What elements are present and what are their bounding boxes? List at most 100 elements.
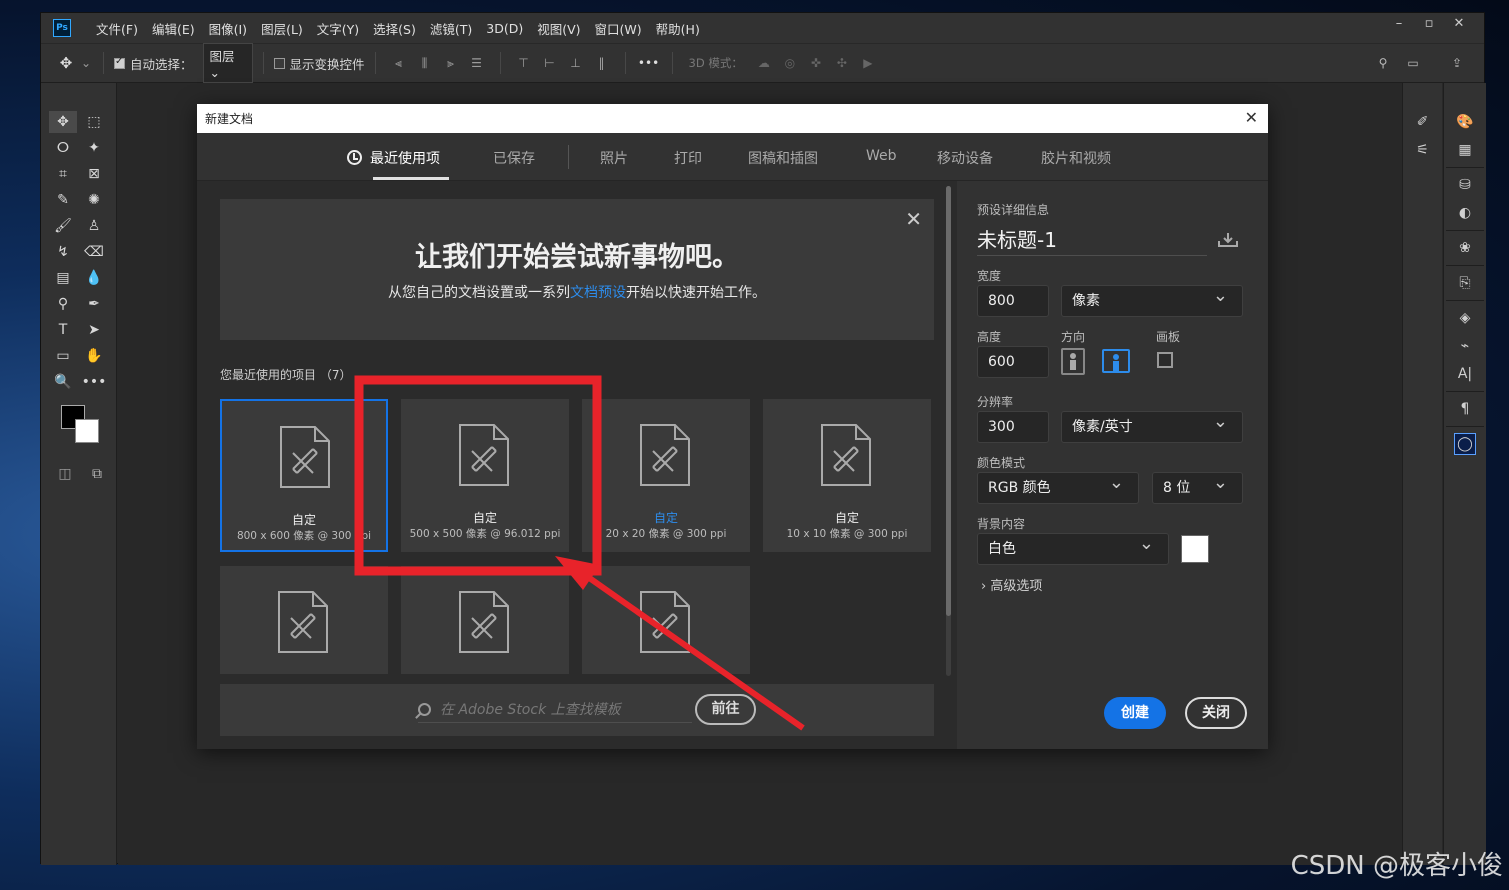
libraries-panel-icon[interactable]: ⛁	[1451, 174, 1479, 196]
tab-film-video[interactable]: 胶片和视频	[1041, 148, 1111, 168]
paths-panel-icon[interactable]: ⌁	[1451, 335, 1479, 357]
move-tool-icon[interactable]: ✥	[49, 111, 77, 133]
align-right-icon[interactable]: ⫸	[444, 56, 458, 70]
history-brush-icon[interactable]: ↯	[49, 241, 77, 263]
menu-type[interactable]: 文字(Y)	[310, 19, 366, 38]
background-contents-select[interactable]: 白色	[977, 529, 1169, 565]
healing-brush-icon[interactable]: ✺	[80, 189, 108, 211]
tab-mobile[interactable]: 移动设备	[937, 148, 993, 168]
scrollbar[interactable]	[946, 186, 951, 676]
styles-panel-icon[interactable]: ❀	[1451, 237, 1479, 259]
adjustments-icon[interactable]: ⚟	[1409, 139, 1437, 161]
shape-tool-icon[interactable]: ▭	[49, 345, 77, 367]
width-input[interactable]: 800	[977, 285, 1049, 317]
recent-item[interactable]: 自定 800 x 600 像素 @ 300 ppi	[220, 399, 388, 552]
minimize-icon[interactable]: –	[1384, 13, 1414, 33]
background-color-swatch[interactable]	[75, 419, 99, 443]
align-center-icon[interactable]: ⫼	[418, 56, 432, 70]
3d-camera-icon[interactable]: ▶	[861, 56, 875, 70]
menu-window[interactable]: 窗口(W)	[588, 19, 649, 38]
screen-mode-icon[interactable]: ⧉	[83, 463, 111, 485]
search-icon[interactable]: ⚲	[1376, 56, 1390, 70]
3d-pan-icon[interactable]: ✜	[809, 56, 823, 70]
landscape-orientation-button[interactable]	[1102, 349, 1130, 373]
blur-tool-icon[interactable]: 💧	[80, 267, 108, 289]
magic-wand-icon[interactable]: ✦	[80, 137, 108, 159]
create-button[interactable]: 创建	[1104, 697, 1166, 729]
brush-settings-icon[interactable]: ✐	[1409, 111, 1437, 133]
recent-item[interactable]: 自定 10 x 10 像素 @ 300 ppi	[763, 399, 931, 552]
stock-search-input[interactable]: 在 Adobe Stock 上查找模板	[418, 699, 692, 723]
dodge-tool-icon[interactable]: ⚲	[49, 293, 77, 315]
gradient-tool-icon[interactable]: ▤	[49, 267, 77, 289]
distribute-icon[interactable]: ☰	[470, 56, 484, 70]
more-tools-icon[interactable]: •••	[80, 371, 108, 393]
type-tool-icon[interactable]: T	[49, 319, 77, 341]
chevron-down-icon[interactable]: ⌄	[79, 56, 93, 70]
frame-tool-icon[interactable]: ⊠	[80, 163, 108, 185]
more-options-icon[interactable]: •••	[638, 56, 659, 70]
recent-item[interactable]	[220, 566, 388, 674]
align-top-icon[interactable]: ⊤	[517, 56, 531, 70]
tab-web[interactable]: Web	[866, 148, 897, 164]
recent-item[interactable]: 自定 500 x 500 像素 @ 96.012 ppi	[401, 399, 569, 552]
color-swatches[interactable]	[61, 405, 103, 447]
layer-dropdown[interactable]: 图层 ⌄	[202, 43, 253, 83]
document-presets-link[interactable]: 文档预设	[570, 285, 626, 301]
eyedropper-icon[interactable]: ✎	[49, 189, 77, 211]
color-panel-icon[interactable]: 🎨	[1451, 111, 1479, 133]
pen-tool-icon[interactable]: ✒	[80, 293, 108, 315]
advanced-options-toggle[interactable]: › 高级选项	[981, 575, 1042, 594]
eraser-tool-icon[interactable]: ⌫	[80, 241, 108, 263]
3d-roll-icon[interactable]: ◎	[783, 56, 797, 70]
zoom-tool-icon[interactable]: 🔍	[49, 371, 77, 393]
menu-layer[interactable]: 图层(L)	[254, 19, 310, 38]
paragraph-panel-icon[interactable]: ¶	[1451, 398, 1479, 420]
resolution-input[interactable]: 300	[977, 411, 1049, 443]
path-select-icon[interactable]: ➤	[80, 319, 108, 341]
swatches-panel-icon[interactable]: ▦	[1451, 139, 1479, 161]
bit-depth-select[interactable]: 8 位	[1152, 468, 1243, 504]
align-bottom-icon[interactable]: ⊥	[569, 56, 583, 70]
menu-filter[interactable]: 滤镜(T)	[423, 19, 479, 38]
recent-item[interactable]	[582, 566, 750, 674]
recent-item[interactable]: 自定 20 x 20 像素 @ 300 ppi	[582, 399, 750, 552]
tab-saved[interactable]: 已保存	[493, 148, 535, 168]
background-color-swatch[interactable]	[1181, 535, 1209, 563]
lasso-tool-icon[interactable]: ⵔ	[49, 137, 77, 159]
close-button[interactable]: 关闭	[1185, 697, 1247, 729]
menu-view[interactable]: 视图(V)	[530, 19, 587, 38]
tab-photo[interactable]: 照片	[600, 148, 628, 168]
artboard-checkbox[interactable]	[1157, 352, 1173, 368]
portrait-orientation-button[interactable]	[1061, 348, 1085, 375]
menu-file[interactable]: 文件(F)	[89, 19, 145, 38]
crop-tool-icon[interactable]: ⌗	[49, 163, 77, 185]
tab-art-illustration[interactable]: 图稿和插图	[748, 148, 818, 168]
brush-tool-icon[interactable]: 🖌	[49, 215, 77, 237]
menu-edit[interactable]: 编辑(E)	[145, 19, 202, 38]
stamp-tool-icon[interactable]: ♙	[80, 215, 108, 237]
move-tool-icon[interactable]: ✥	[59, 54, 73, 72]
workspace-icon[interactable]: ▭	[1406, 56, 1420, 70]
show-transform-checkbox[interactable]: 显示变换控件	[273, 54, 365, 73]
quick-mask-icon[interactable]: ◫	[51, 463, 79, 485]
tab-recent[interactable]: 最近使用项	[347, 148, 440, 168]
document-name-input[interactable]: 未标题-1	[977, 226, 1207, 256]
width-unit-select[interactable]: 像素	[1061, 281, 1243, 317]
recent-item[interactable]	[401, 566, 569, 674]
align-middle-icon[interactable]: ⊢	[543, 56, 557, 70]
close-icon[interactable]: ✕	[1245, 108, 1258, 127]
close-icon[interactable]: ✕	[905, 207, 922, 231]
distribute-vertical-icon[interactable]: ‖	[595, 56, 609, 70]
adjustments-panel-icon[interactable]: ◐	[1451, 202, 1479, 224]
share-icon[interactable]: ⇪	[1450, 56, 1464, 70]
close-icon[interactable]: ✕	[1444, 13, 1474, 33]
3d-slide-icon[interactable]: ✣	[835, 56, 849, 70]
color-mode-select[interactable]: RGB 颜色	[977, 468, 1139, 504]
menu-3d[interactable]: 3D(D)	[479, 21, 530, 36]
3d-orbit-icon[interactable]: ☁	[757, 56, 771, 70]
resolution-unit-select[interactable]: 像素/英寸	[1061, 407, 1243, 443]
character-panel-icon[interactable]: A|	[1451, 363, 1479, 385]
go-button[interactable]: 前往	[695, 694, 756, 725]
auto-select-checkbox[interactable]: 自动选择：	[114, 54, 193, 73]
